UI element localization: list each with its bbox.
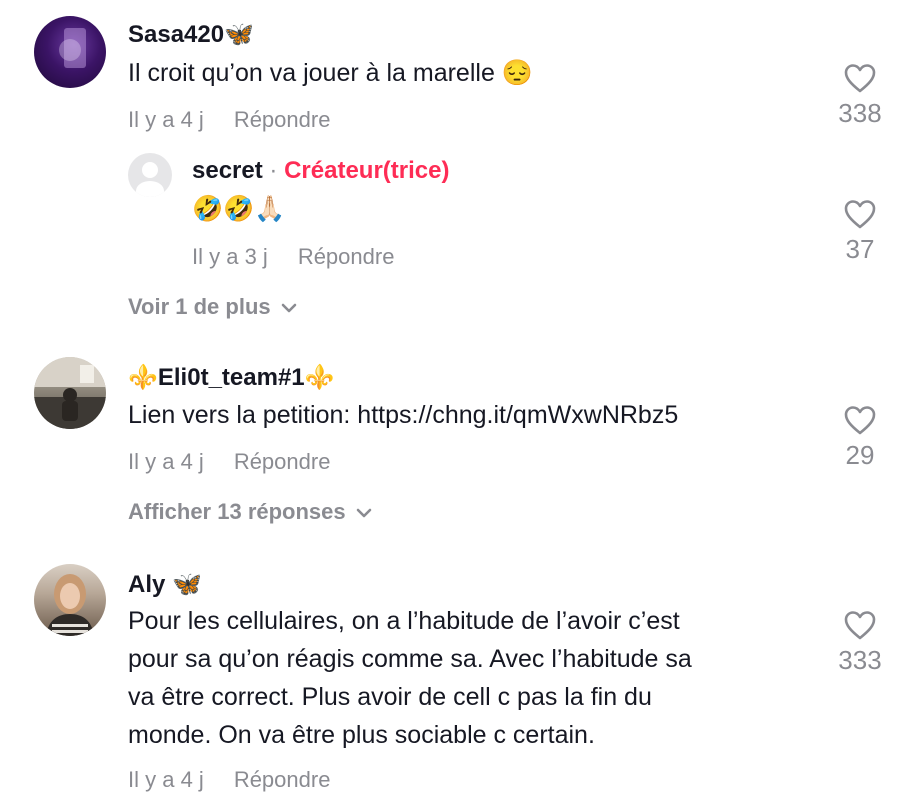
reply-text: 🤣🤣🙏🏻: [192, 195, 286, 223]
view-more-replies[interactable]: Voir 1 de plus: [128, 294, 297, 320]
comment-text-line: pour sa qu’on réagis comme sa. Avec l’ha…: [128, 645, 692, 673]
separator-dot: ·: [269, 157, 278, 184]
like-button[interactable]: 29: [830, 404, 890, 471]
comment-text: Lien vers la petition: https://chng.it/q…: [128, 401, 679, 429]
reply-username-row: secret · Créateur(trice): [192, 157, 449, 185]
chevron-down-icon: [281, 303, 296, 313]
like-button[interactable]: 333: [830, 609, 890, 676]
like-count: 29: [845, 440, 875, 470]
like-count: 37: [845, 234, 875, 264]
chevron-down-icon: [356, 508, 371, 518]
view-more-label: Voir 1 de plus: [128, 294, 271, 319]
view-replies-label: Afficher 13 réponses: [128, 499, 346, 524]
avatar-aly[interactable]: [34, 564, 106, 636]
comment-meta: Il y a 4 j Répondre: [128, 107, 330, 133]
like-button[interactable]: 338: [830, 62, 890, 129]
heart-icon: [844, 200, 876, 229]
comment-text: Il croit qu’on va jouer à la marelle 😔: [128, 59, 533, 87]
like-count: 338: [838, 98, 882, 128]
comment-username[interactable]: Aly 🦋: [128, 570, 202, 599]
reply-button[interactable]: Répondre: [234, 449, 331, 474]
comment-username[interactable]: Sasa420🦋: [128, 20, 254, 49]
avatar-eli0t[interactable]: [34, 357, 106, 429]
reply-button[interactable]: Répondre: [298, 244, 395, 269]
reply-button[interactable]: Répondre: [234, 107, 331, 132]
comment-time: Il y a 4 j: [128, 107, 204, 132]
comment-time: Il y a 4 j: [128, 767, 204, 792]
view-replies-button[interactable]: Afficher 13 réponses: [128, 499, 372, 525]
comment-text-line: va être correct. Plus avoir de cell c pa…: [128, 683, 652, 711]
reply-username[interactable]: secret: [192, 157, 263, 184]
heart-icon: [844, 406, 876, 435]
comment-username[interactable]: ⚜️Eli0t_team#1⚜️: [128, 363, 335, 392]
reply-time: Il y a 3 j: [192, 244, 268, 269]
default-avatar-icon[interactable]: [128, 153, 172, 197]
comment-time: Il y a 4 j: [128, 449, 204, 474]
reply-button[interactable]: Répondre: [234, 767, 331, 792]
comment-text-line: monde. On va être plus sociable c certai…: [128, 721, 595, 749]
reply-meta: Il y a 3 j Répondre: [192, 244, 394, 270]
creator-badge: Créateur(trice): [284, 157, 450, 184]
avatar-sasa420[interactable]: [34, 16, 106, 88]
heart-icon: [844, 611, 876, 640]
comment-meta: Il y a 4 j Répondre: [128, 767, 330, 793]
comment-text-line: Pour les cellulaires, on a l’habitude de…: [128, 607, 680, 635]
like-count: 333: [838, 645, 882, 675]
heart-icon: [844, 64, 876, 93]
like-button[interactable]: 37: [830, 198, 890, 265]
comment-meta: Il y a 4 j Répondre: [128, 449, 330, 475]
